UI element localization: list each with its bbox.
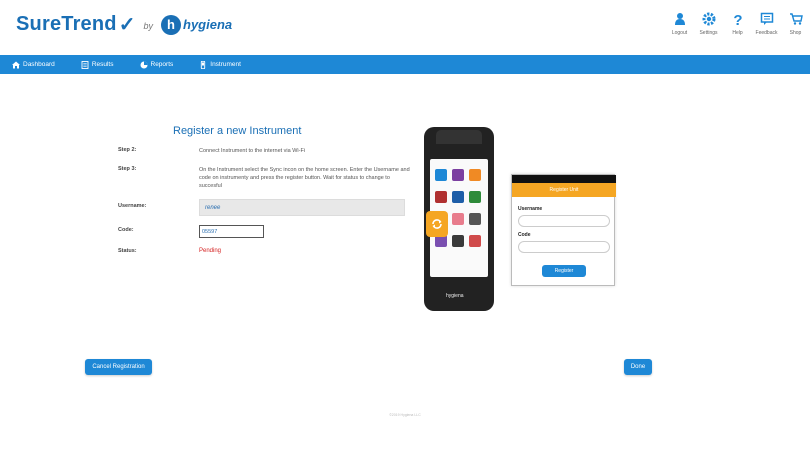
app-tile-icon xyxy=(452,191,464,203)
callout-statusbar xyxy=(512,175,616,183)
status-label: Status: xyxy=(118,248,137,254)
code-label: Code: xyxy=(118,227,134,233)
svg-text:?: ? xyxy=(733,12,742,26)
device-brand: hygiena xyxy=(446,293,464,299)
cart-icon xyxy=(789,13,803,25)
footer-copyright: ©2019 Hygiena LLC xyxy=(389,413,421,417)
pie-icon xyxy=(140,61,147,68)
device-icon xyxy=(201,60,206,69)
shop-label: Shop xyxy=(789,30,802,36)
app-tile-icon xyxy=(452,169,464,181)
feedback-icon xyxy=(760,12,773,25)
device-sensor xyxy=(436,130,482,144)
top-actions: Logout Settings ? Help Feedback Shop xyxy=(665,12,810,36)
nav-results-label: Results xyxy=(91,61,114,68)
shop-button[interactable]: Shop xyxy=(781,12,810,36)
app-tile-icon xyxy=(469,213,481,225)
question-icon: ? xyxy=(733,12,742,26)
callout-title: Register Unit xyxy=(549,187,579,193)
logout-label: Logout xyxy=(671,30,688,36)
nav-instrument-label: Instrument xyxy=(210,61,241,68)
app-tile-icon xyxy=(452,235,464,247)
status-value: Pending xyxy=(199,248,222,254)
code-field[interactable]: 05597 xyxy=(199,225,264,238)
help-label: Help xyxy=(732,30,743,36)
gear-icon xyxy=(702,12,715,26)
page-title: Register a new Instrument xyxy=(173,125,302,137)
sync-arrows-icon xyxy=(432,219,442,229)
header: SureTrend ✓ by h hygiena Logout Settings… xyxy=(0,0,810,50)
register-unit-callout: Register Unit Username Code Register xyxy=(511,174,616,286)
app-tile-icon xyxy=(469,191,481,203)
app-tile-icon xyxy=(469,169,481,181)
step3-text: On the Instrument select the Sync incon … xyxy=(199,167,410,189)
logo[interactable]: SureTrend ✓ by h hygiena xyxy=(16,12,232,37)
app-tile-icon xyxy=(452,213,464,225)
settings-label: Settings xyxy=(699,30,718,36)
checkmark-icon: ✓ xyxy=(118,14,136,36)
callout-username-label: Username xyxy=(518,206,543,212)
nav-reports[interactable]: Reports xyxy=(140,61,174,69)
nav-dashboard[interactable]: Dashboard xyxy=(12,61,55,69)
sync-icon xyxy=(426,211,448,237)
username-value: renee xyxy=(205,204,221,211)
help-button[interactable]: ? Help xyxy=(723,12,752,36)
done-button[interactable]: Done xyxy=(624,359,652,375)
main-nav: Dashboard Results Reports Instrument xyxy=(0,55,810,74)
app-tile-icon xyxy=(435,169,447,181)
username-field[interactable]: renee xyxy=(199,199,405,216)
document-icon xyxy=(81,60,89,69)
logo-partner: hygiena xyxy=(183,17,233,32)
app-tile-icon xyxy=(469,235,481,247)
logo-by: by xyxy=(143,20,153,31)
settings-button[interactable]: Settings xyxy=(694,12,723,36)
callout-register-button: Register xyxy=(542,265,586,277)
nav-reports-label: Reports xyxy=(150,61,174,68)
step2-label: Step 2: xyxy=(118,147,137,153)
feedback-label: Feedback xyxy=(755,30,778,36)
hygiena-logo-icon: h xyxy=(161,14,181,35)
callout-username-input xyxy=(518,215,610,227)
step2-text: Connect Instrument to the internet via W… xyxy=(199,148,306,154)
nav-instrument[interactable]: Instrument xyxy=(199,60,241,69)
app-window: SureTrend ✓ by h hygiena Logout Settings… xyxy=(0,0,810,456)
callout-code-input xyxy=(518,241,610,253)
username-label: Username: xyxy=(118,203,147,209)
step3-label: Step 3: xyxy=(118,166,137,172)
logout-button[interactable]: Logout xyxy=(665,12,694,36)
callout-register-label: Register xyxy=(554,268,574,274)
nav-results[interactable]: Results xyxy=(81,60,114,69)
code-value: 05597 xyxy=(202,228,218,235)
callout-code-label: Code xyxy=(518,232,531,238)
user-icon xyxy=(674,13,685,25)
logo-text: SureTrend xyxy=(16,13,117,35)
home-icon xyxy=(12,61,20,68)
cancel-registration-button[interactable]: Cancel Registration xyxy=(85,359,152,375)
feedback-button[interactable]: Feedback xyxy=(752,12,781,36)
callout-header: Register Unit xyxy=(512,183,616,197)
app-tile-icon xyxy=(435,191,447,203)
nav-dashboard-label: Dashboard xyxy=(23,61,55,68)
